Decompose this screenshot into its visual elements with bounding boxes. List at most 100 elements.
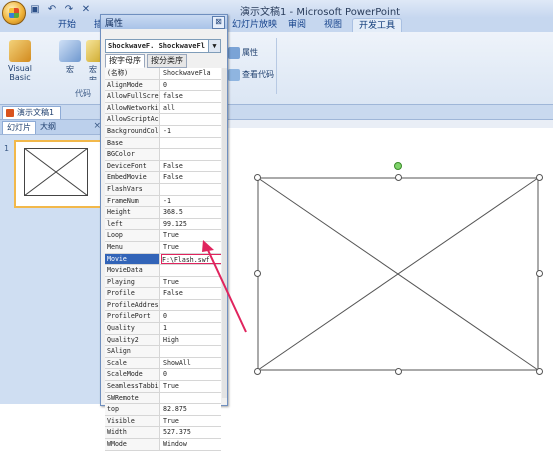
property-value[interactable] bbox=[163, 149, 221, 160]
property-value[interactable]: False bbox=[163, 161, 221, 172]
property-value[interactable] bbox=[163, 265, 221, 276]
resize-handle[interactable] bbox=[536, 270, 543, 277]
resize-handle[interactable] bbox=[254, 368, 261, 375]
property-row[interactable]: Menu True bbox=[105, 241, 221, 254]
save-icon[interactable]: ▣ bbox=[28, 2, 42, 16]
property-value[interactable]: ShockwaveFla bbox=[163, 68, 221, 79]
tab-home[interactable]: 开始 bbox=[52, 18, 82, 32]
tab-review[interactable]: 审阅 bbox=[282, 18, 312, 32]
tab-slideshow[interactable]: 幻灯片放映 bbox=[226, 18, 283, 32]
property-value[interactable]: 368.5 bbox=[163, 207, 221, 218]
slide-thumbnail[interactable] bbox=[14, 140, 102, 208]
property-value[interactable]: -1 bbox=[163, 196, 221, 207]
property-row[interactable]: ScaleMode 0 bbox=[105, 369, 221, 382]
properties-button[interactable]: 属性 bbox=[228, 46, 258, 60]
property-row[interactable]: WMode Window bbox=[105, 439, 221, 451]
property-row[interactable]: AllowFullScre false bbox=[105, 91, 221, 103]
property-value[interactable]: True bbox=[163, 381, 221, 392]
property-value[interactable]: True bbox=[163, 230, 221, 241]
property-value[interactable]: False bbox=[163, 288, 221, 299]
macro-security-button[interactable]: 宏安全性 bbox=[86, 40, 100, 80]
property-row[interactable]: AlignMode 0 bbox=[105, 79, 221, 92]
resize-handle[interactable] bbox=[536, 368, 543, 375]
property-row[interactable]: AllowScriptAc bbox=[105, 114, 221, 126]
flash-object[interactable] bbox=[256, 176, 540, 372]
property-row[interactable]: Height 368.5 bbox=[105, 207, 221, 219]
properties-scrollbar[interactable] bbox=[222, 68, 227, 398]
tab-slides[interactable]: 幻灯片 bbox=[2, 121, 36, 134]
close-icon[interactable]: ✕ bbox=[79, 2, 93, 16]
property-value[interactable] bbox=[163, 346, 221, 357]
property-value[interactable]: F:\Flash.swf bbox=[161, 253, 221, 265]
property-value[interactable] bbox=[163, 138, 221, 149]
view-code-button[interactable]: 查看代码 bbox=[228, 68, 274, 82]
property-value[interactable]: all bbox=[163, 103, 221, 114]
property-row[interactable]: Loop True bbox=[105, 230, 221, 242]
property-row[interactable]: ProfilePort 0 bbox=[105, 311, 221, 324]
property-value[interactable]: 0 bbox=[163, 80, 221, 91]
tab-alphabetic[interactable]: 按字母序 bbox=[105, 54, 145, 68]
property-row[interactable]: FlashVars bbox=[105, 183, 221, 196]
property-value[interactable] bbox=[163, 114, 221, 125]
property-value[interactable]: False bbox=[163, 172, 221, 183]
property-value[interactable]: 99.125 bbox=[163, 219, 221, 230]
resize-handle[interactable] bbox=[536, 174, 543, 181]
resize-handle[interactable] bbox=[395, 174, 402, 181]
property-value[interactable]: ShowAll bbox=[163, 358, 221, 369]
property-value[interactable]: 1 bbox=[163, 323, 221, 334]
property-value[interactable]: Window bbox=[163, 439, 221, 450]
property-row[interactable]: Base bbox=[105, 137, 221, 150]
property-row[interactable]: FrameNum -1 bbox=[105, 195, 221, 208]
property-row[interactable]: Scale ShowAll bbox=[105, 357, 221, 370]
property-value[interactable]: True bbox=[163, 277, 221, 288]
property-row[interactable]: Movie F:\Flash.swf bbox=[105, 253, 221, 266]
property-row[interactable]: SWRemote bbox=[105, 392, 221, 405]
property-row[interactable]: SeamlessTabbi True bbox=[105, 381, 221, 393]
property-value[interactable]: 527.375 bbox=[163, 427, 221, 438]
undo-icon[interactable]: ↶ bbox=[45, 2, 59, 16]
tab-categorized[interactable]: 按分类序 bbox=[147, 54, 187, 68]
resize-handle[interactable] bbox=[395, 368, 402, 375]
property-row[interactable]: top 82.875 bbox=[105, 404, 221, 416]
property-row[interactable]: Quality 1 bbox=[105, 323, 221, 335]
close-icon[interactable]: ⊠ bbox=[212, 16, 225, 29]
property-value[interactable] bbox=[163, 300, 221, 311]
property-row[interactable]: Width 527.375 bbox=[105, 427, 221, 439]
property-value[interactable]: 82.875 bbox=[163, 404, 221, 415]
property-row[interactable]: DeviceFont False bbox=[105, 160, 221, 173]
tab-outline[interactable]: 大纲 bbox=[36, 121, 60, 133]
property-value[interactable] bbox=[163, 184, 221, 195]
property-value[interactable]: false bbox=[163, 91, 221, 102]
property-row[interactable]: (名称) ShockwaveFla bbox=[105, 68, 221, 80]
property-value[interactable] bbox=[163, 393, 221, 404]
property-row[interactable]: AllowNetworki all bbox=[105, 102, 221, 115]
property-value[interactable]: True bbox=[163, 242, 221, 253]
property-value[interactable]: 0 bbox=[163, 311, 221, 322]
property-row[interactable]: ProfileAddres bbox=[105, 299, 221, 312]
property-value[interactable]: True bbox=[163, 416, 221, 427]
tab-developer[interactable]: 开发工具 bbox=[352, 18, 403, 33]
property-row[interactable]: BackgroundCol -1 bbox=[105, 125, 221, 138]
chevron-down-icon[interactable]: ▼ bbox=[208, 40, 220, 52]
office-button[interactable] bbox=[2, 1, 26, 25]
property-row[interactable]: left 99.125 bbox=[105, 218, 221, 231]
property-row[interactable]: Quality2 High bbox=[105, 334, 221, 347]
resize-handle[interactable] bbox=[254, 174, 261, 181]
macro-button[interactable]: 宏 bbox=[56, 40, 84, 80]
property-row[interactable]: EmbedMovie False bbox=[105, 172, 221, 184]
tab-view[interactable]: 视图 bbox=[318, 18, 348, 32]
property-row[interactable]: MovieData bbox=[105, 265, 221, 277]
visual-basic-button[interactable]: Visual Basic bbox=[4, 40, 36, 82]
property-value[interactable]: -1 bbox=[163, 126, 221, 137]
document-tab[interactable]: 演示文稿1 bbox=[2, 106, 62, 119]
property-row[interactable]: Playing True bbox=[105, 276, 221, 289]
rotate-handle[interactable] bbox=[394, 162, 402, 170]
object-selector[interactable]: ShockwaveF. ShockwaveFl ▼ bbox=[105, 39, 221, 53]
property-value[interactable]: High bbox=[163, 335, 221, 346]
resize-handle[interactable] bbox=[254, 270, 261, 277]
property-row[interactable]: SAlign bbox=[105, 346, 221, 358]
redo-icon[interactable]: ↷ bbox=[62, 2, 76, 16]
property-row[interactable]: Visible True bbox=[105, 415, 221, 428]
property-row[interactable]: Profile False bbox=[105, 288, 221, 300]
property-row[interactable]: BGColor bbox=[105, 149, 221, 161]
